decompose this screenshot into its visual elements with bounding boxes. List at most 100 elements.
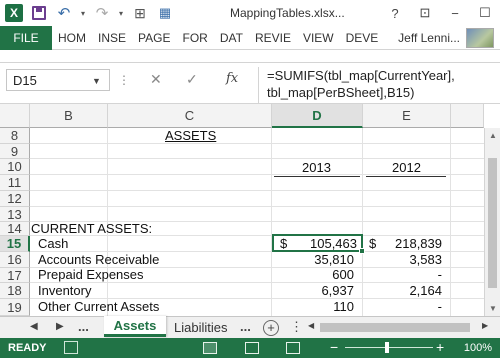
horizontal-scroll-thumb[interactable]: [320, 323, 470, 332]
cell-e15-value[interactable]: 218,839: [390, 236, 442, 252]
row-header-16[interactable]: 16: [0, 252, 30, 268]
scroll-up-icon[interactable]: ▲: [489, 131, 497, 140]
vertical-scrollbar[interactable]: ▲ ▼: [484, 128, 500, 316]
sheet-tab-bar: ◀ ▶ ... Assets Liabilities ... + ⋮ ◀ ▶: [0, 316, 500, 338]
cell-d16-value[interactable]: 35,810: [300, 252, 354, 268]
tab-data[interactable]: DAT: [214, 26, 249, 50]
row-header-10[interactable]: 10: [0, 159, 30, 175]
name-box-dropdown-icon[interactable]: ▼: [92, 76, 101, 86]
row-header-15[interactable]: 15: [0, 236, 30, 252]
cell-e15-currency[interactable]: $: [369, 236, 376, 252]
tab-view[interactable]: VIEW: [297, 26, 340, 50]
tab-review[interactable]: REVIE: [249, 26, 297, 50]
formula-input[interactable]: =SUMIFS(tbl_map[CurrentYear], tbl_map[Pe…: [258, 67, 488, 103]
gridline: [30, 143, 500, 144]
cell-c8-heading[interactable]: ASSETS: [165, 128, 216, 144]
fill-handle[interactable]: [359, 248, 365, 254]
row-header-17[interactable]: 17: [0, 268, 30, 283]
row-header-9[interactable]: 9: [0, 144, 30, 159]
formula-bar-grip-icon[interactable]: ⋮: [118, 73, 131, 87]
more-sheets-left[interactable]: ...: [78, 319, 89, 334]
scroll-left-icon[interactable]: ◀: [308, 321, 314, 330]
tab-developer[interactable]: DEVE: [340, 26, 385, 50]
zoom-level[interactable]: 100%: [464, 342, 492, 354]
zoom-out-button[interactable]: −: [330, 339, 338, 355]
next-sheet-icon[interactable]: ▶: [56, 321, 64, 332]
scroll-right-icon[interactable]: ▶: [482, 321, 488, 330]
column-header-e[interactable]: E: [363, 104, 451, 128]
active-cell-d15[interactable]: [272, 234, 363, 252]
page-layout-view-icon[interactable]: [245, 342, 259, 354]
row-header-18[interactable]: 18: [0, 283, 30, 299]
macro-recording-icon[interactable]: [64, 341, 78, 354]
cell-b14-section[interactable]: CURRENT ASSETS:: [31, 221, 152, 237]
cell-e17-value[interactable]: -: [390, 267, 442, 283]
quick-access-toolbar: X ↶ ▾ ↷ ▾ ⊞ ▦: [0, 0, 176, 26]
tab-formulas[interactable]: FOR: [176, 26, 213, 50]
status-text: READY: [8, 342, 47, 354]
save-icon[interactable]: [28, 2, 50, 24]
ribbon-tab-bar: FILE HOM INSE PAGE FOR DAT REVIE VIEW DE…: [0, 25, 500, 50]
row-header-13[interactable]: 13: [0, 207, 30, 222]
cell-d18-value[interactable]: 6,937: [300, 283, 354, 299]
horizontal-scrollbar[interactable]: ◀ ▶: [306, 321, 494, 334]
select-all-corner[interactable]: [0, 104, 30, 128]
cell-b16-label[interactable]: Accounts Receivable: [38, 252, 159, 268]
cell-b15-label[interactable]: Cash: [38, 236, 68, 252]
worksheet-grid[interactable]: B C D E 8 9 10 11 12 13 14 15 16 17 18 1…: [0, 104, 500, 316]
vertical-scroll-thumb[interactable]: [488, 158, 497, 288]
undo-icon[interactable]: ↶: [53, 2, 75, 24]
cell-e19-value[interactable]: -: [390, 299, 442, 315]
cell-b18-label[interactable]: Inventory: [38, 283, 91, 299]
cell-d19-value[interactable]: 110: [300, 299, 354, 315]
tab-splitter-icon[interactable]: ⋮: [290, 319, 303, 335]
sheet-tab-liabilities[interactable]: Liabilities: [174, 320, 236, 335]
enter-icon[interactable]: ✓: [186, 71, 198, 88]
tab-insert[interactable]: INSE: [92, 26, 132, 50]
minimize-button[interactable]: −: [440, 0, 470, 26]
row-header-14[interactable]: 14: [0, 221, 30, 236]
row-header-11[interactable]: 11: [0, 175, 30, 191]
zoom-slider-knob[interactable]: [385, 342, 389, 353]
excel-app-icon[interactable]: X: [3, 2, 25, 24]
column-header-b[interactable]: B: [30, 104, 108, 128]
row-header-12[interactable]: 12: [0, 191, 30, 207]
gridline: [271, 128, 272, 316]
ribbon-display-options-button[interactable]: ⊡: [410, 0, 440, 26]
tab-file[interactable]: FILE: [0, 25, 52, 50]
tab-home[interactable]: HOM: [52, 26, 92, 50]
undo-dropdown-icon[interactable]: ▾: [78, 2, 88, 24]
more-sheets-right[interactable]: ...: [240, 319, 251, 334]
cell-d17-value[interactable]: 600: [300, 267, 354, 283]
row-header-8[interactable]: 8: [0, 128, 30, 144]
cell-e16-value[interactable]: 3,583: [390, 252, 442, 268]
normal-view-icon[interactable]: [203, 342, 217, 354]
redo-dropdown-icon[interactable]: ▾: [116, 2, 126, 24]
tab-page-layout[interactable]: PAGE: [132, 26, 176, 50]
cell-e10-year[interactable]: 2012: [392, 160, 421, 176]
maximize-button[interactable]: ☐: [470, 0, 500, 26]
redo-icon[interactable]: ↷: [91, 2, 113, 24]
cell-d10-year[interactable]: 2013: [302, 160, 331, 176]
zoom-slider[interactable]: [345, 347, 433, 348]
insert-function-icon[interactable]: fx: [226, 71, 238, 86]
cell-e18-value[interactable]: 2,164: [390, 283, 442, 299]
help-button[interactable]: ?: [380, 0, 410, 26]
cancel-icon[interactable]: ✕: [150, 71, 162, 88]
page-break-preview-icon[interactable]: [286, 342, 300, 354]
cell-b17-label[interactable]: Prepaid Expenses: [38, 267, 144, 283]
user-name[interactable]: Jeff Lenni...: [398, 31, 460, 45]
add-sheet-icon[interactable]: +: [263, 320, 279, 336]
row-header-19[interactable]: 19: [0, 299, 30, 316]
sheet-tab-assets[interactable]: Assets: [104, 316, 166, 337]
column-header-d[interactable]: D: [272, 104, 363, 128]
column-header-blank[interactable]: [451, 104, 484, 128]
prev-sheet-icon[interactable]: ◀: [30, 321, 38, 332]
table-icon[interactable]: ▦: [154, 2, 176, 24]
avatar[interactable]: [466, 28, 494, 48]
cell-b19-label[interactable]: Other Current Assets: [38, 299, 159, 315]
column-header-c[interactable]: C: [108, 104, 272, 128]
scroll-down-icon[interactable]: ▼: [489, 304, 497, 313]
zoom-in-button[interactable]: +: [436, 339, 444, 355]
org-chart-icon[interactable]: ⊞: [129, 2, 151, 24]
